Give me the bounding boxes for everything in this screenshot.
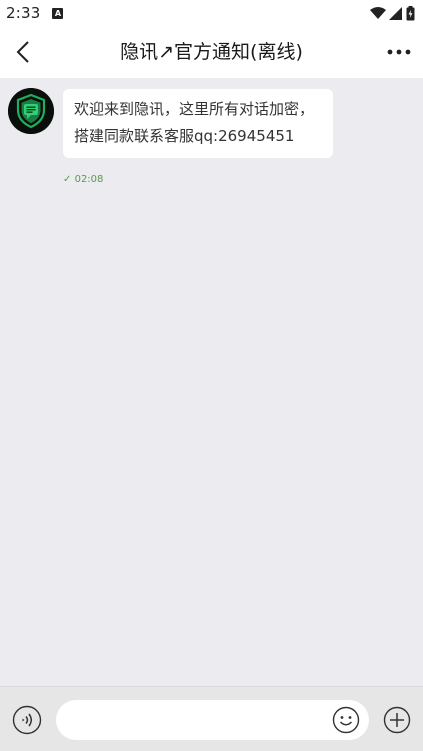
- read-check-icon: ✓: [63, 174, 72, 185]
- status-bar: 2:33 A: [0, 0, 423, 26]
- message-time: 02:08: [74, 174, 104, 185]
- page-title: 隐讯↗官方通知(离线): [120, 41, 303, 63]
- notification-a-icon: A: [52, 7, 64, 19]
- message-bubble[interactable]: 欢迎来到隐讯，这里所有对话加密， 搭建同款联系客服qq:26945451: [63, 89, 333, 158]
- message-list[interactable]: 欢迎来到隐讯，这里所有对话加密， 搭建同款联系客服qq:26945451 ✓ 0…: [0, 78, 423, 686]
- message-text-line: 欢迎来到隐讯，这里所有对话加密，: [74, 100, 315, 118]
- message-input[interactable]: [56, 700, 369, 740]
- back-button[interactable]: [10, 38, 38, 66]
- chat-screen: 2:33 A 隐讯↗官方通知(离线) 欢迎来到隐讯，这里所有对话加密， 搭建同款…: [0, 0, 423, 751]
- battery-icon: [406, 5, 415, 20]
- more-button[interactable]: [385, 38, 413, 66]
- status-icons: [370, 5, 415, 21]
- voice-icon[interactable]: [12, 705, 42, 735]
- message-meta: ✓ 02:08: [63, 174, 103, 185]
- signal-icon: [389, 6, 402, 20]
- plus-circle-icon[interactable]: [383, 706, 411, 734]
- shield-chat-icon: [8, 88, 54, 134]
- avatar[interactable]: [8, 88, 54, 134]
- status-time: 2:33: [6, 4, 41, 22]
- nav-bar: 隐讯↗官方通知(离线): [0, 26, 423, 78]
- input-bar: [0, 686, 423, 751]
- emoji-icon[interactable]: [332, 706, 360, 734]
- wifi-icon: [370, 6, 386, 19]
- message-text-line: 搭建同款联系客服qq:26945451: [74, 127, 295, 145]
